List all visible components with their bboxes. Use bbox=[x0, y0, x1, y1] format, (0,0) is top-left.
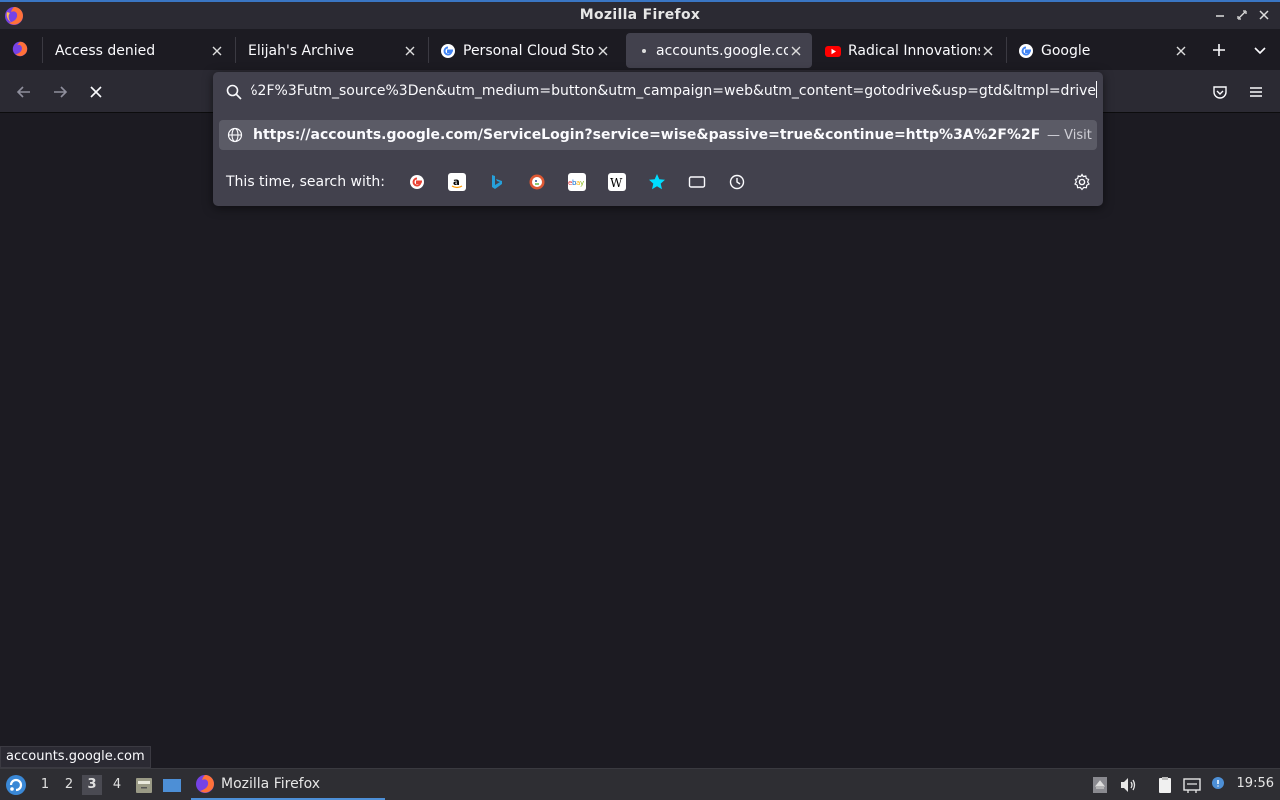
tab-close-button[interactable] bbox=[1173, 43, 1189, 59]
pocket-button[interactable] bbox=[1208, 80, 1232, 104]
file-manager-icon[interactable] bbox=[134, 775, 154, 795]
restore-icon bbox=[1237, 10, 1247, 20]
result-url: https://accounts.google.com/ServiceLogin… bbox=[253, 127, 1039, 143]
status-link-text: accounts.google.com bbox=[0, 746, 151, 768]
globe-icon bbox=[227, 127, 243, 143]
ebay-icon[interactable]: ebay bbox=[568, 173, 586, 191]
notification-icon[interactable] bbox=[1208, 775, 1228, 795]
forward-button[interactable] bbox=[48, 80, 72, 104]
window-title: Mozilla Firefox bbox=[579, 7, 701, 23]
workspace-4[interactable]: 4 bbox=[107, 775, 127, 795]
duckduckgo-icon[interactable] bbox=[528, 173, 546, 191]
tab-close-button[interactable] bbox=[402, 43, 418, 59]
tab-personal-cloud-storage[interactable]: Personal Cloud Storage bbox=[433, 33, 619, 68]
firefox-view-button[interactable] bbox=[8, 37, 32, 61]
text-caret bbox=[1096, 81, 1097, 98]
tab-elijahs-archive[interactable]: Elijah's Archive bbox=[240, 33, 426, 68]
close-icon bbox=[212, 46, 222, 55]
new-tab-button[interactable] bbox=[1207, 38, 1231, 62]
volume-icon[interactable] bbox=[1118, 775, 1138, 795]
history-icon[interactable] bbox=[728, 173, 746, 191]
google-icon[interactable] bbox=[408, 173, 426, 191]
bing-icon[interactable] bbox=[488, 173, 506, 191]
tab-close-button[interactable] bbox=[209, 43, 225, 59]
google-icon bbox=[1019, 43, 1033, 58]
back-button[interactable] bbox=[12, 80, 36, 104]
tab-close-button[interactable] bbox=[595, 43, 611, 59]
list-all-tabs-button[interactable] bbox=[1248, 38, 1272, 62]
tab-google[interactable]: Google bbox=[1011, 33, 1197, 68]
gear-icon[interactable] bbox=[1073, 173, 1091, 191]
taskbar-task-firefox[interactable]: Mozilla Firefox bbox=[191, 769, 385, 800]
stop-button[interactable] bbox=[84, 80, 108, 104]
plus-icon bbox=[1213, 44, 1225, 56]
url-input[interactable]: %2F%3Futm_source%3Den&utm_medium=button&… bbox=[251, 81, 1097, 103]
result-action: — Visit bbox=[1047, 127, 1092, 143]
arrow-left-icon bbox=[16, 86, 30, 98]
svg-text:y: y bbox=[580, 179, 584, 187]
google-icon bbox=[441, 43, 455, 58]
close-icon bbox=[405, 46, 415, 55]
workspace-3[interactable]: 3 bbox=[82, 775, 102, 795]
minimize-button[interactable] bbox=[1212, 7, 1228, 23]
tab-access-denied[interactable]: Access denied bbox=[47, 33, 233, 68]
app-menu-button[interactable] bbox=[1244, 80, 1268, 104]
close-icon bbox=[90, 86, 102, 98]
amazon-icon[interactable]: a bbox=[448, 173, 466, 191]
loading-dot-icon bbox=[642, 48, 646, 53]
tabs-icon[interactable] bbox=[688, 173, 706, 191]
pocket-icon bbox=[1213, 86, 1227, 99]
taskbar: 1 2 3 4 Mozilla Firefox 19:56 bbox=[0, 768, 1280, 800]
start-menu-icon[interactable] bbox=[5, 774, 27, 796]
hamburger-menu-icon bbox=[1250, 87, 1262, 97]
tab-close-button[interactable] bbox=[980, 43, 996, 59]
close-icon bbox=[983, 46, 993, 55]
workspace-2[interactable]: 2 bbox=[59, 775, 79, 795]
close-icon bbox=[791, 46, 801, 55]
urlbar-popup: %2F%3Futm_source%3Den&utm_medium=button&… bbox=[213, 72, 1103, 206]
urlbar-result-visit[interactable]: https://accounts.google.com/ServiceLogin… bbox=[219, 120, 1097, 150]
bookmarks-star-icon[interactable] bbox=[648, 173, 666, 191]
search-with-label: This time, search with: bbox=[226, 174, 385, 190]
network-icon[interactable] bbox=[1182, 775, 1202, 795]
clipboard-icon[interactable] bbox=[1155, 775, 1175, 795]
eject-icon[interactable] bbox=[1090, 775, 1110, 795]
maximize-button[interactable] bbox=[1234, 7, 1250, 23]
url-input-row: %2F%3Futm_source%3Den&utm_medium=button&… bbox=[213, 72, 1103, 112]
search-icon bbox=[226, 84, 242, 100]
svg-text:W: W bbox=[610, 176, 623, 190]
workspace-1[interactable]: 1 bbox=[35, 775, 55, 795]
desktop-icon[interactable] bbox=[162, 775, 182, 795]
chevron-down-icon bbox=[1254, 47, 1266, 55]
tab-close-button[interactable] bbox=[788, 43, 804, 59]
clock: 19:56 bbox=[1236, 776, 1274, 791]
tab-radical-innovations[interactable]: Radical Innovations bbox=[818, 33, 1004, 68]
youtube-icon bbox=[825, 45, 841, 57]
firefox-icon bbox=[196, 774, 214, 793]
arrow-right-icon bbox=[54, 86, 68, 98]
wikipedia-icon[interactable]: W bbox=[608, 173, 626, 191]
close-window-button[interactable] bbox=[1256, 7, 1272, 23]
close-icon bbox=[1176, 46, 1186, 55]
firefox-icon bbox=[12, 41, 28, 57]
tab-strip: Access denied Elijah's Archive Personal … bbox=[0, 29, 1280, 70]
window-titlebar: Mozilla Firefox bbox=[0, 0, 1280, 29]
search-one-offs: This time, search with: a ebay W bbox=[213, 162, 1103, 202]
close-icon bbox=[1259, 10, 1269, 20]
tab-accounts-google[interactable]: accounts.google.com bbox=[626, 33, 812, 68]
close-icon bbox=[598, 46, 608, 55]
minimize-icon bbox=[1216, 15, 1224, 17]
